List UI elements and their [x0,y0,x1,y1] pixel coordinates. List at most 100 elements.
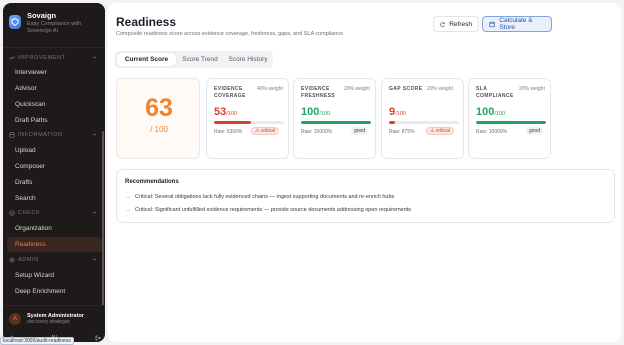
sidebar-item-label: Advisor [15,85,37,92]
metric-progress-bar [476,121,546,124]
section-check[interactable]: CHECK [9,208,99,218]
database-icon [9,132,15,138]
sidebar-item-label: Upload [15,147,36,154]
metric-progress-fill [301,121,371,124]
brand-subtitle: Easy Compliance with Sovereign AI [26,21,82,34]
metric-denominator: /100 [494,111,506,117]
sidebar-scrollbar[interactable] [102,131,104,306]
metric-weight: 40% weight [257,86,283,92]
section-label: IMPROVEMENT [18,55,66,61]
sidebar-item-setup-wizard[interactable]: Setup Wizard [7,268,102,283]
metric-raw: Raw: 10000% [476,129,508,135]
calculate-store-button[interactable]: Calculate & Store [482,16,552,32]
check-circle-icon [9,210,15,216]
section-admin[interactable]: ADMIN [9,255,99,265]
metric-card-evidence-coverage: EVIDENCE COVERAGE 40% weight 53/100 Raw:… [206,78,289,159]
tab-score-history[interactable]: Score History [225,53,271,66]
metric-raw: Raw: 10000% [301,129,333,135]
tab-score-trend[interactable]: Score Trend [177,53,223,66]
sidebar-item-search[interactable]: Search [7,191,102,206]
sidebar-item-organization[interactable]: Organization [7,221,102,236]
metric-progress-fill [476,121,546,124]
avatar: A [9,313,21,325]
sidebar-item-draft-paths[interactable]: Draft Paths [7,113,102,128]
metric-weight: 20% weight [427,86,453,92]
sidebar-item-deep-enrichment[interactable]: Deep Enrichment [7,284,102,299]
metric-progress-bar [214,121,284,124]
sidebar-item-interviewer[interactable]: Interviewer [7,65,102,80]
sidebar-item-label: Readiness [15,241,46,248]
brand[interactable]: Sovaign Easy Compliance with Sovereign A… [9,11,101,41]
section-information[interactable]: INFORMATION [9,130,99,140]
sidebar-item-label: Drafts [15,179,33,186]
status-badge: ⚠ critical [426,127,455,135]
overall-score-max: / 100 [150,125,168,134]
refresh-icon [440,21,445,27]
recommendations-card: Recommendations → Critical: Several obli… [116,169,615,223]
metric-value: 53/100 [214,106,237,118]
overall-score-value: 63 [145,94,173,122]
user-profile[interactable]: A System Administrator discovery strateg… [9,309,101,329]
sidebar: Sovaign Easy Compliance with Sovereign A… [3,3,105,342]
user-role: discovery strategist [27,319,70,325]
recommendation-item: → Critical: Several obligations lack ful… [125,194,394,200]
metric-value: 9/100 [389,106,406,118]
status-url: localhost:3000/audit-readiness [0,337,74,345]
metric-raw: Raw: 875% [389,129,415,135]
sidebar-item-upload[interactable]: Upload [7,143,102,158]
sidebar-item-label: Interviewer [15,69,47,76]
sidebar-item-label: Quickscan [15,101,46,108]
calculate-label: Calculate & Store [499,17,533,31]
sidebar-item-label: Organization [15,225,52,232]
recommendation-text: Critical: Significant unfulfilled eviden… [135,207,412,213]
sidebar-item-quickscan[interactable]: Quickscan [7,97,102,112]
logo-icon [9,15,21,29]
sidebar-item-composer[interactable]: Composer [7,159,102,174]
metric-number: 100 [301,106,320,118]
sidebar-item-advisor[interactable]: Advisor [7,81,102,96]
arrow-right-icon: → [125,194,131,200]
chevron-down-icon [92,211,97,214]
sidebar-item-readiness[interactable]: Readiness [7,237,102,252]
chevron-down-icon [92,258,97,261]
sidebar-item-label: Setup Wizard [15,272,55,279]
divider [3,305,105,306]
metric-denominator: /100 [226,111,237,117]
section-label: INFORMATION [18,132,63,138]
page-subtitle: Composite readiness score across evidenc… [116,31,344,37]
overall-score-card: 63 / 100 [116,78,200,159]
metric-label: EVIDENCE COVERAGE [214,86,246,99]
sidebar-item-label: Search [15,195,36,202]
metric-label: SLA COMPLIANCE [476,86,514,99]
chevron-up-icon [92,133,97,136]
arrow-right-icon: → [125,207,131,213]
metric-card-sla-compliance: SLA COMPLIANCE 20% weight 100/100 Raw: 1… [468,78,551,159]
tab-current-score[interactable]: Current Score [117,53,176,66]
sidebar-item-label: Deep Enrichment [15,288,66,295]
metric-progress-bar [389,121,459,124]
metric-card-gap-score: GAP SCORE 20% weight 9/100 Raw: 875% ⚠ c… [381,78,464,159]
logout-icon[interactable] [95,335,101,341]
metric-progress-bar [301,121,371,124]
metric-label: EVIDENCE FRESHNESS [301,86,336,99]
status-badge: good [351,127,369,135]
metric-denominator: /100 [319,111,331,117]
sidebar-item-drafts[interactable]: Drafts [7,175,102,190]
metric-progress-fill [214,121,252,124]
recommendation-item: → Critical: Significant unfulfilled evid… [125,207,411,213]
chevron-up-icon [92,56,97,59]
save-icon [489,21,495,27]
gear-icon [9,257,15,263]
refresh-button[interactable]: Refresh [433,16,479,32]
status-badge: ⚠ critical [251,127,280,135]
refresh-label: Refresh [449,20,472,28]
section-improvement[interactable]: IMPROVEMENT [9,53,99,63]
metric-weight: 20% weight [344,86,370,92]
section-label: ADMIN [18,257,39,263]
metric-value: 100/100 [476,106,505,118]
recommendation-text: Critical: Several obligations lack fully… [135,194,395,200]
metric-number: 100 [476,106,495,118]
metric-denominator: /100 [395,111,406,117]
metric-weight: 20% weight [519,86,545,92]
metric-value: 100/100 [301,106,330,118]
